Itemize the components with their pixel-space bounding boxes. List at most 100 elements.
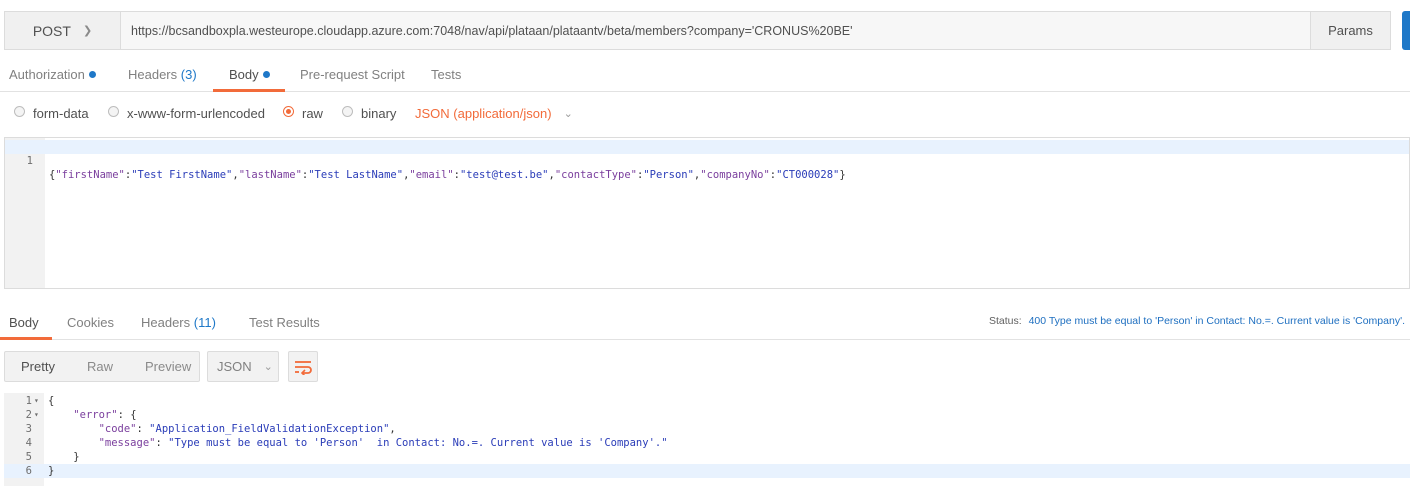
send-button[interactable] [1402,11,1410,50]
line-number: 2 [25,409,32,421]
preview-button[interactable]: Preview [129,352,207,381]
radio-binary[interactable]: binary [342,100,396,126]
tab-response-headers[interactable]: Headers (11) [141,306,216,340]
json-punctuation [48,437,99,449]
radio-label: binary [361,105,397,121]
modified-dot-icon [88,71,96,78]
format-select-label: JSON [217,359,252,374]
radio-raw[interactable]: raw [283,100,323,126]
code-line: 6} [4,464,1410,478]
json-key: "companyNo" [700,169,770,181]
json-key: "contactType" [554,169,638,181]
radio-button[interactable] [342,105,353,117]
active-tab-indicator [0,337,52,340]
active-tab-indicator [213,89,285,92]
tab-cookies[interactable]: Cookies [67,306,114,340]
pretty-button[interactable]: Pretty [5,352,71,381]
code-text: "code": "Application_FieldValidationExce… [48,422,396,436]
tab-label: Tests [431,67,462,82]
status-value: 400 Type must be equal to 'Person' in Co… [1028,315,1405,327]
radio-button[interactable] [14,105,25,117]
body-type-group: form-data x-www-form-urlencoded raw bina… [0,100,700,126]
chevron-down-icon: ❯ [82,25,93,37]
chevron-down-icon: ⌄ [563,107,573,120]
tab-label: Body [229,67,259,82]
tab-response-body[interactable]: Body [9,306,39,340]
json-key: "firstName" [55,169,125,181]
line-number: 1 [26,155,33,167]
json-string: "Person" [643,169,694,181]
radio-button-selected[interactable] [283,105,294,117]
response-body-viewer[interactable]: 1 ▾{2 ▾ "error": {3 "code": "Application_F… [4,393,1410,486]
json-key: "code" [98,423,137,435]
json-punctuation: { [48,395,55,407]
code-line: 1 ▾ { [4,394,1410,408]
json-key: "email" [409,169,454,181]
code-line: 4 "message": "Type must be equal to 'Per… [4,436,1410,450]
code-text: } [48,464,54,478]
fold-arrow-icon[interactable]: ▾ [34,408,39,422]
radio-button[interactable] [108,105,119,117]
json-punctuation [48,409,73,421]
code-text[interactable]: {"firstName":"Test FirstName","lastName"… [49,168,846,182]
tab-label: Headers [128,67,178,82]
response-status: Status: 400 Type must be equal to 'Perso… [989,306,1405,336]
code-line: 5 } [4,450,1410,464]
json-punctuation: } [839,169,846,181]
method-select[interactable]: POST ❯ [5,12,121,49]
json-string: "Application_FieldValidationException" [149,423,390,435]
radio-x-www-form-urlencoded[interactable]: x-www-form-urlencoded [108,100,265,126]
radio-label: raw [302,105,323,121]
tab-label: Cookies [67,315,114,330]
tab-label: Headers [141,315,191,330]
code-text: { [48,394,54,408]
json-string: "Test FirstName" [131,169,233,181]
tab-count: (11) [193,315,216,330]
code-text: } [48,450,80,464]
content-type-label: JSON (application/json) [415,105,552,121]
fold-arrow-icon[interactable]: ▾ [34,394,39,408]
json-key: "error" [73,409,118,421]
tab-test-results[interactable]: Test Results [249,306,320,340]
request-tabs: Authorization Headers (3) Body Pre-reque… [0,58,1410,92]
code-line: 3 "code": "Application_FieldValidationEx… [4,422,1410,436]
json-punctuation: } [48,451,80,463]
code-line: 2 ▾ "error": { [4,408,1410,422]
raw-button[interactable]: Raw [71,352,129,381]
line-number: 3 [25,423,32,435]
line-number: 6 [25,465,32,477]
response-format-select[interactable]: JSON ⌄ [207,351,279,382]
chevron-down-icon: ⌄ [263,361,273,373]
json-punctuation [48,423,99,435]
content-type-select[interactable]: JSON (application/json) ⌄ [415,100,573,126]
params-button[interactable]: Params [1310,12,1390,49]
tab-label: Test Results [249,315,320,330]
json-punctuation: , [389,423,396,435]
format-toggle-group: Pretty Raw Preview [4,351,200,382]
tab-tests[interactable]: Tests [431,58,461,92]
wrap-lines-icon [295,360,312,375]
json-string: "CT000028" [776,169,840,181]
json-string: "Type must be equal to 'Person' in Conta… [168,437,668,449]
request-body-editor[interactable]: 1 {"firstName":"Test FirstName","lastNam… [4,137,1410,289]
wrap-lines-button[interactable] [288,351,318,382]
tab-pre-request-script[interactable]: Pre-request Script [300,58,405,92]
tab-body[interactable]: Body [229,58,270,92]
modified-dot-icon [262,71,270,78]
tab-headers[interactable]: Headers (3) [128,58,197,92]
json-punctuation: : { [117,409,137,421]
json-key: "lastName" [238,169,302,181]
code-text: "error": { [48,408,137,422]
tab-label: Pre-request Script [300,67,405,82]
tab-label: Body [9,315,39,330]
url-input[interactable]: https://bcsandboxpla.westeurope.cloudapp… [121,12,1310,49]
status-label: Status: [988,315,1022,327]
code-line: 1 {"firstName":"Test FirstName","lastNam… [5,140,1409,181]
line-number: 5 [25,451,32,463]
tab-label: Authorization [9,67,85,82]
radio-label: x-www-form-urlencoded [127,105,265,121]
radio-form-data[interactable]: form-data [14,100,89,126]
json-key: "message" [98,437,156,449]
tab-authorization[interactable]: Authorization [9,58,96,92]
json-punctuation: } [48,465,55,477]
